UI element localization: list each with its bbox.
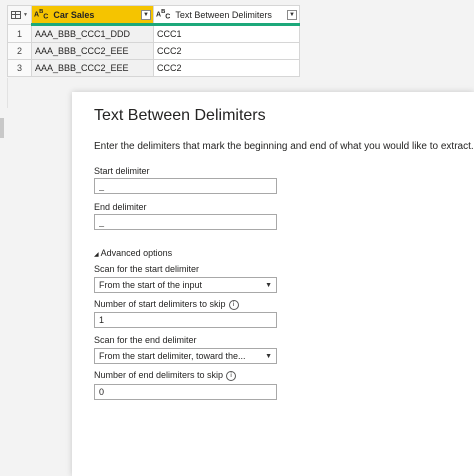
dialog-description: Enter the delimiters that mark the begin…: [94, 141, 474, 152]
start-delimiter-label: Start delimiter: [94, 166, 150, 176]
cell-car-sales[interactable]: AAA_BBB_CCC1_DDD: [31, 24, 154, 43]
cell-text-between[interactable]: CCC1: [153, 24, 300, 43]
skip-start-label: Number of start delimiters to skip: [94, 299, 226, 309]
text-between-delimiters-dialog: Text Between Delimiters Enter the delimi…: [72, 92, 474, 476]
scan-end-dropdown[interactable]: From the start delimiter, toward the... …: [94, 348, 277, 364]
table-row: 2 AAA_BBB_CCC2_EEE CCC2: [7, 42, 300, 60]
scrollbar[interactable]: [0, 118, 4, 138]
info-icon[interactable]: i: [228, 299, 239, 310]
cell-car-sales[interactable]: AAA_BBB_CCC2_EEE: [31, 59, 154, 77]
filter-dropdown-icon[interactable]: ▼: [141, 9, 151, 20]
cell-text-between[interactable]: CCC2: [153, 59, 300, 77]
collapse-triangle-icon: ◢: [94, 252, 99, 258]
table-row: 3 AAA_BBB_CCC2_EEE CCC2: [7, 59, 300, 77]
scan-start-dropdown[interactable]: From the start of the input ▼: [94, 277, 277, 293]
scan-start-value: From the start of the input: [99, 280, 203, 290]
chevron-down-icon: ▼: [265, 352, 272, 360]
skip-start-input[interactable]: [94, 312, 277, 328]
skip-end-input[interactable]: [94, 384, 277, 400]
row-number: 1: [7, 24, 32, 43]
text-type-icon[interactable]: ABC: [34, 9, 48, 21]
info-icon[interactable]: i: [226, 370, 237, 381]
data-grid: ▼ ABC Car Sales ▼ ABC Text Between Delim…: [7, 5, 300, 77]
start-delimiter-input[interactable]: [94, 178, 277, 194]
column-header-car-sales[interactable]: ABC Car Sales ▼: [31, 5, 154, 26]
chevron-down-icon: ▼: [265, 281, 272, 289]
cell-car-sales[interactable]: AAA_BBB_CCC2_EEE: [31, 42, 154, 60]
dialog-title: Text Between Delimiters: [94, 107, 266, 124]
advanced-options-label: Advanced options: [100, 248, 173, 258]
scan-end-label: Scan for the end delimiter: [94, 335, 197, 345]
skip-start-label-row: Number of start delimiters to skip i: [94, 299, 239, 310]
skip-end-label-row: Number of end delimiters to skip i: [94, 370, 237, 381]
scan-start-label: Scan for the start delimiter: [94, 264, 200, 274]
grid-divider: [7, 78, 8, 108]
row-number: 3: [7, 59, 32, 77]
table-row: 1 AAA_BBB_CCC1_DDD CCC1: [7, 24, 300, 43]
scan-end-value: From the start delimiter, toward the...: [99, 351, 246, 361]
filter-dropdown-icon[interactable]: ▼: [287, 9, 297, 20]
chevron-down-icon: ▼: [23, 12, 28, 18]
column-header-label: Text Between Delimiters: [175, 9, 272, 20]
text-type-icon[interactable]: ABC: [156, 9, 170, 21]
table-icon: [11, 11, 22, 19]
cell-text-between[interactable]: CCC2: [153, 42, 300, 60]
row-number: 2: [7, 42, 32, 60]
advanced-options-toggle[interactable]: ◢ Advanced options: [94, 248, 172, 258]
column-header-label: Car Sales: [53, 9, 95, 20]
column-header-text-between[interactable]: ABC Text Between Delimiters ▼: [153, 5, 300, 26]
table-menu-button[interactable]: ▼: [7, 5, 32, 25]
skip-end-label: Number of end delimiters to skip: [94, 370, 224, 380]
end-delimiter-input[interactable]: [94, 214, 277, 230]
end-delimiter-label: End delimiter: [94, 202, 147, 212]
